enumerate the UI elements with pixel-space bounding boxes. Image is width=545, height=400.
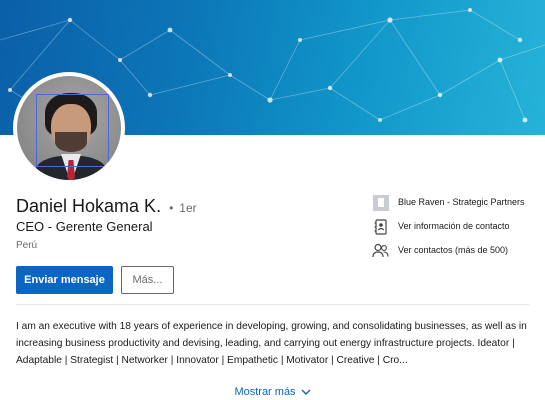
name-row: Daniel Hokama K. • 1er <box>16 196 197 217</box>
face-detection-box <box>36 94 109 167</box>
contact-card-icon <box>372 218 389 235</box>
show-more-button[interactable]: Mostrar más <box>0 386 545 398</box>
connections-label: Ver contactos (más de 500) <box>398 245 509 255</box>
connection-degree: 1er <box>179 201 197 215</box>
about-summary: I am an executive with 18 years of exper… <box>16 321 527 366</box>
separator-dot: • <box>169 201 174 215</box>
profile-headline: CEO - Gerente General <box>16 219 153 234</box>
chevron-down-icon <box>301 389 311 395</box>
send-message-button[interactable]: Enviar mensaje <box>16 266 113 294</box>
contact-info-label: Ver información de contacto <box>398 221 510 231</box>
profile-photo <box>17 76 121 180</box>
section-divider <box>16 304 529 305</box>
more-actions-button[interactable]: Más... <box>121 266 174 294</box>
company-logo-icon <box>372 194 389 211</box>
contact-info-link[interactable]: Ver información de contacto <box>372 218 540 235</box>
company-link[interactable]: Blue Raven - Strategic Partners <box>372 194 540 211</box>
people-icon <box>372 242 389 259</box>
company-name: Blue Raven - Strategic Partners <box>398 197 525 207</box>
profile-sidebar: Blue Raven - Strategic Partners Ver info… <box>372 194 540 266</box>
profile-location: Perú <box>16 240 38 251</box>
connections-link[interactable]: Ver contactos (más de 500) <box>372 242 540 259</box>
profile-name: Daniel Hokama K. <box>16 196 162 216</box>
show-more-label: Mostrar más <box>234 386 296 398</box>
avatar[interactable] <box>13 72 125 184</box>
